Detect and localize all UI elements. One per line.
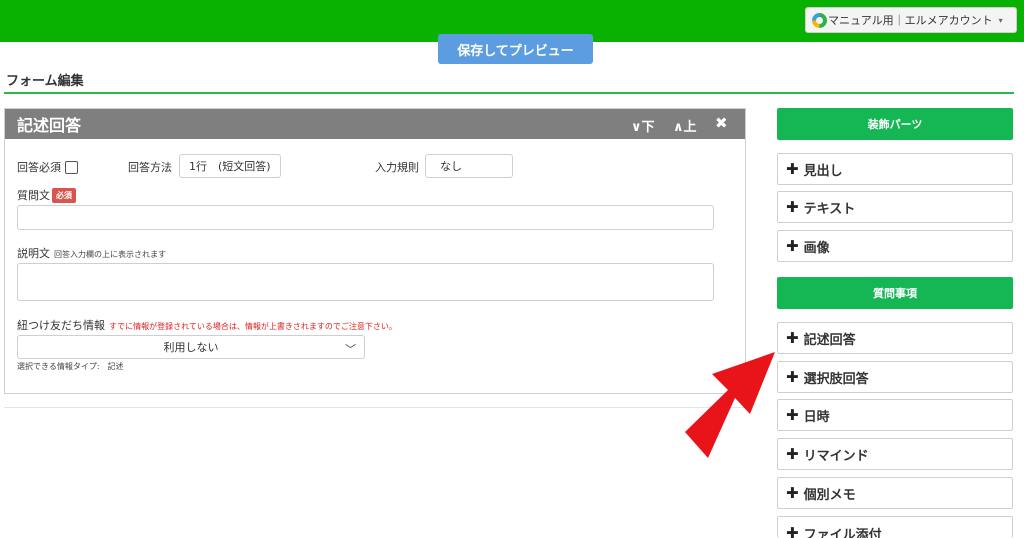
sidebar-item-label: 記述回答 bbox=[803, 332, 856, 348]
title-divider bbox=[4, 92, 1014, 94]
sidebar-item-heading[interactable]: ✚ 見出し bbox=[777, 153, 1013, 185]
selectable-type-note: 選択できる情報タイプ: 記述 bbox=[17, 362, 124, 371]
account-menu-button[interactable]: マニュアル用｜エルメアカウント ▾ bbox=[805, 7, 1017, 33]
page-title: フォーム編集 bbox=[6, 74, 84, 89]
plus-icon: ✚ bbox=[786, 406, 799, 424]
decoration-parts-header[interactable]: 装飾パーツ bbox=[777, 108, 1013, 140]
plus-icon: ✚ bbox=[786, 160, 799, 178]
description-label-row: 説明文 回答入力欄の上に表示されます bbox=[17, 245, 166, 261]
chevron-down-icon: ﹀ bbox=[345, 343, 356, 356]
sidebar-item-image[interactable]: ✚ 画像 bbox=[777, 230, 1013, 262]
sidebar-item-label: リマインド bbox=[803, 448, 869, 464]
friend-info-label-row: 紐つけ友だち情報 すでに情報が登録されている場合は、情報が上書きされますのでご注意… bbox=[17, 317, 397, 333]
question-input[interactable] bbox=[17, 205, 714, 230]
friend-info-value: 利用しない bbox=[163, 341, 219, 354]
caret-down-icon: ▾ bbox=[998, 15, 1003, 25]
question-editor-panel: 記述回答 ∨下 ∧上 ✖ 回答必須 回答方法 1行 (短文回答) 入力規則 なし… bbox=[4, 108, 746, 394]
sidebar-item-text[interactable]: ✚ テキスト bbox=[777, 191, 1013, 223]
plus-icon: ✚ bbox=[786, 524, 799, 538]
sidebar-item-reminder[interactable]: ✚ リマインド bbox=[777, 438, 1013, 470]
close-icon[interactable]: ✖ bbox=[715, 114, 728, 132]
answer-method-select[interactable]: 1行 (短文回答) bbox=[179, 154, 281, 178]
save-preview-button[interactable]: 保存してプレビュー bbox=[438, 34, 593, 64]
friend-info-warning: すでに情報が登録されている場合は、情報が上書きされますのでご注意下さい。 bbox=[109, 322, 397, 331]
panel-header: 記述回答 ∨下 ∧上 ✖ bbox=[5, 109, 745, 139]
sidebar-item-label: 選択肢回答 bbox=[803, 371, 869, 387]
input-rule-label: 入力規則 bbox=[375, 161, 419, 174]
panel-title: 記述回答 bbox=[17, 116, 82, 135]
input-rule-select[interactable]: なし bbox=[425, 154, 513, 178]
account-label: マニュアル用｜エルメアカウント bbox=[828, 14, 993, 27]
plus-icon: ✚ bbox=[786, 445, 799, 463]
sidebar-item-memo[interactable]: ✚ 個別メモ bbox=[777, 477, 1013, 509]
required-checkbox[interactable] bbox=[65, 161, 78, 174]
sidebar-item-label: 画像 bbox=[803, 240, 830, 256]
panel-bottom-divider bbox=[4, 407, 746, 408]
sidebar-item-label: 日時 bbox=[803, 409, 830, 425]
answer-method-label: 回答方法 bbox=[128, 161, 172, 174]
plus-icon: ✚ bbox=[786, 368, 799, 386]
sidebar-item-label: 見出し bbox=[803, 163, 843, 179]
description-textarea[interactable] bbox=[17, 263, 714, 301]
description-label: 説明文 bbox=[17, 247, 50, 260]
required-label: 回答必須 bbox=[17, 161, 61, 174]
description-hint: 回答入力欄の上に表示されます bbox=[54, 250, 166, 259]
plus-icon: ✚ bbox=[786, 484, 799, 502]
sidebar-item-text-answer[interactable]: ✚ 記述回答 bbox=[777, 322, 1013, 354]
move-up-button[interactable]: ∧上 bbox=[673, 116, 697, 135]
question-label: 質問文 bbox=[17, 189, 50, 202]
sidebar-item-choice-answer[interactable]: ✚ 選択肢回答 bbox=[777, 361, 1013, 393]
plus-icon: ✚ bbox=[786, 237, 799, 255]
plus-icon: ✚ bbox=[786, 329, 799, 347]
sidebar-item-label: ファイル添付 bbox=[803, 528, 882, 538]
required-badge: 必須 bbox=[52, 188, 76, 203]
friend-info-label: 紐つけ友だち情報 bbox=[17, 319, 105, 332]
app-logo-icon bbox=[812, 13, 827, 28]
friend-info-dropdown[interactable]: 利用しない ﹀ bbox=[17, 335, 365, 359]
sidebar-item-datetime[interactable]: ✚ 日時 bbox=[777, 399, 1013, 431]
sidebar-item-file-attach[interactable]: ✚ ファイル添付 bbox=[777, 516, 1013, 538]
question-items-header[interactable]: 質問事項 bbox=[777, 277, 1013, 309]
sidebar-item-label: テキスト bbox=[803, 201, 856, 217]
sidebar-item-label: 個別メモ bbox=[803, 487, 856, 503]
plus-icon: ✚ bbox=[786, 198, 799, 216]
move-down-button[interactable]: ∨下 bbox=[631, 116, 655, 135]
